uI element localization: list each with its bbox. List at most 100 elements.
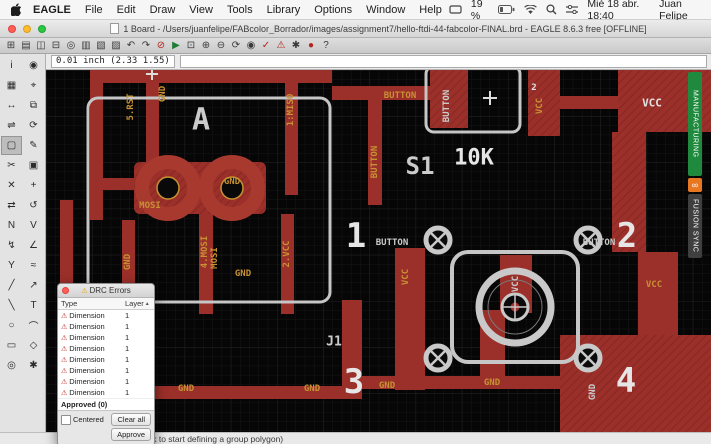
run-script-icon[interactable]: ▨ [109,39,123,52]
centered-checkbox-wrap[interactable]: Centered [61,414,104,425]
drc-error-row[interactable]: ⚠ Dimension 1 [58,332,154,343]
menu-item[interactable]: Window [359,4,412,16]
zoom-redraw-icon[interactable]: ⟳ [229,39,243,52]
fusion-sync-tab[interactable]: FUSION SYNC [688,194,702,258]
menubar-user[interactable]: Juan Felipe [659,0,701,22]
ratsnest-icon[interactable]: ✱ [289,39,303,52]
value-tool[interactable]: V [23,216,44,235]
drc-error-row[interactable]: ⚠ Dimension 1 [58,376,154,387]
drc-icon[interactable]: ✓ [259,39,273,52]
menu-item[interactable]: Draw [143,4,183,16]
pinswap-tool[interactable]: ⇄ [1,196,22,215]
zoom-in-icon[interactable]: ⊕ [199,39,213,52]
save-icon[interactable]: ◫ [34,39,48,52]
column-header-layer[interactable]: Layer ▲ [125,299,151,308]
copy-tool[interactable]: ⧉ [23,96,44,115]
arc-tool[interactable]: ⌒ [23,316,44,335]
show-tool[interactable]: ◉ [23,56,44,75]
drc-errors-window[interactable]: ⚠ DRC Errors Type Layer ▲ ⚠ Dimension 1 … [57,283,155,444]
menu-item[interactable]: File [78,4,110,16]
drc-error-row[interactable]: ⚠ Dimension 1 [58,343,154,354]
menu-item[interactable]: Library [260,4,308,16]
menu-item[interactable]: Options [307,4,359,16]
minimize-window-button[interactable] [23,24,31,33]
menubar-datetime[interactable]: Mié 18 abr. 18:40 [587,0,650,22]
stop-icon[interactable]: ⊘ [154,39,168,52]
zoom-out-icon[interactable]: ⊖ [214,39,228,52]
apple-menu-icon[interactable] [8,3,24,16]
zoom-window-button[interactable] [38,24,46,33]
record-icon[interactable]: ● [304,39,318,52]
info-tool[interactable]: i [1,56,22,75]
replace-tool[interactable]: ↺ [23,196,44,215]
text-tool[interactable]: T [23,296,44,315]
drc-error-row[interactable]: ⚠ Dimension 1 [58,310,154,321]
change-tool[interactable]: ✎ [23,136,44,155]
drc-error-row[interactable]: ⚠ Dimension 1 [58,387,154,398]
menu-item[interactable]: View [182,4,220,16]
drc-approved-group[interactable]: Approved (0) [58,398,154,410]
grid-icon[interactable]: ⊞ [4,39,18,52]
drc-error-row[interactable]: ⚠ Dimension 1 [58,365,154,376]
polygon-tool[interactable]: ◇ [23,336,44,355]
column-header-type[interactable]: Type [61,299,125,308]
drc-error-row[interactable]: ⚠ Dimension 1 [58,321,154,332]
redo-icon[interactable]: ↷ [139,39,153,52]
open-icon[interactable]: ▤ [19,39,33,52]
manufacturing-tab[interactable]: MANUFACTURING [688,72,702,176]
drc-close-button[interactable] [62,287,69,294]
fusion-sync-icon[interactable]: ∞ [688,178,702,192]
menu-item[interactable]: Help [412,4,449,16]
pcb-label-gnd: GND [158,85,168,102]
paste-tool[interactable]: ▣ [23,156,44,175]
undo-icon[interactable]: ↶ [124,39,138,52]
ratsnest-tool[interactable]: ✱ [23,356,44,375]
drc-window-titlebar[interactable]: ⚠ DRC Errors [58,284,154,298]
mirror-tool[interactable]: ⇌ [1,116,22,135]
cam-processor-icon[interactable]: ◎ [64,39,78,52]
circle-tool[interactable]: ○ [1,316,22,335]
route-tool[interactable]: ╱ [1,276,22,295]
delete-tool[interactable]: ✕ [1,176,22,195]
errors-icon[interactable]: ⚠ [274,39,288,52]
menu-item[interactable]: EAGLE [26,4,78,16]
spotlight-icon[interactable] [546,4,557,15]
add-tool[interactable]: + [23,176,44,195]
command-line-input[interactable] [179,55,707,68]
miter-tool[interactable]: ∠ [23,236,44,255]
approve-button[interactable]: Approve [111,428,151,441]
wire-tool[interactable]: ╲ [1,296,22,315]
split-tool[interactable]: Y [1,256,22,275]
switch-schematic-icon[interactable]: ▥ [79,39,93,52]
display-status-icon[interactable] [449,4,462,15]
name-tool[interactable]: N [1,216,22,235]
menu-item[interactable]: Tools [220,4,260,16]
zoom-fit-icon[interactable]: ⊡ [184,39,198,52]
drc-error-row[interactable]: ⚠ Dimension 1 [58,354,154,365]
centered-checkbox[interactable] [61,414,71,425]
window-titlebar[interactable]: 1 Board - /Users/juanfelipe/FABcolor_Bor… [0,20,711,38]
library-icon[interactable]: ▧ [94,39,108,52]
group-tool[interactable]: ▢ [1,136,22,155]
rect-tool[interactable]: ▭ [1,336,22,355]
control-center-icon[interactable] [566,5,579,14]
print-icon[interactable]: ⊟ [49,39,63,52]
smash-tool[interactable]: ↯ [1,236,22,255]
optimize-tool[interactable]: ≈ [23,256,44,275]
ripup-tool[interactable]: ↗ [23,276,44,295]
go-icon[interactable]: ▶ [169,39,183,52]
battery-icon[interactable] [498,5,515,14]
error-warning-icon: ⚠ [61,334,68,342]
via-tool[interactable]: ◎ [1,356,22,375]
menu-item[interactable]: Edit [110,4,143,16]
rotate-tool[interactable]: ⟳ [23,116,44,135]
clear-all-button[interactable]: Clear all [111,413,151,426]
display-tool[interactable]: ▦ [1,76,22,95]
mark-tool[interactable]: ⌖ [23,76,44,95]
close-window-button[interactable] [8,24,16,33]
wifi-icon[interactable] [524,4,538,15]
zoom-select-icon[interactable]: ◉ [244,39,258,52]
move-tool[interactable]: ↔ [1,96,22,115]
cut-tool[interactable]: ✂ [1,156,22,175]
help-icon[interactable]: ? [319,39,333,52]
